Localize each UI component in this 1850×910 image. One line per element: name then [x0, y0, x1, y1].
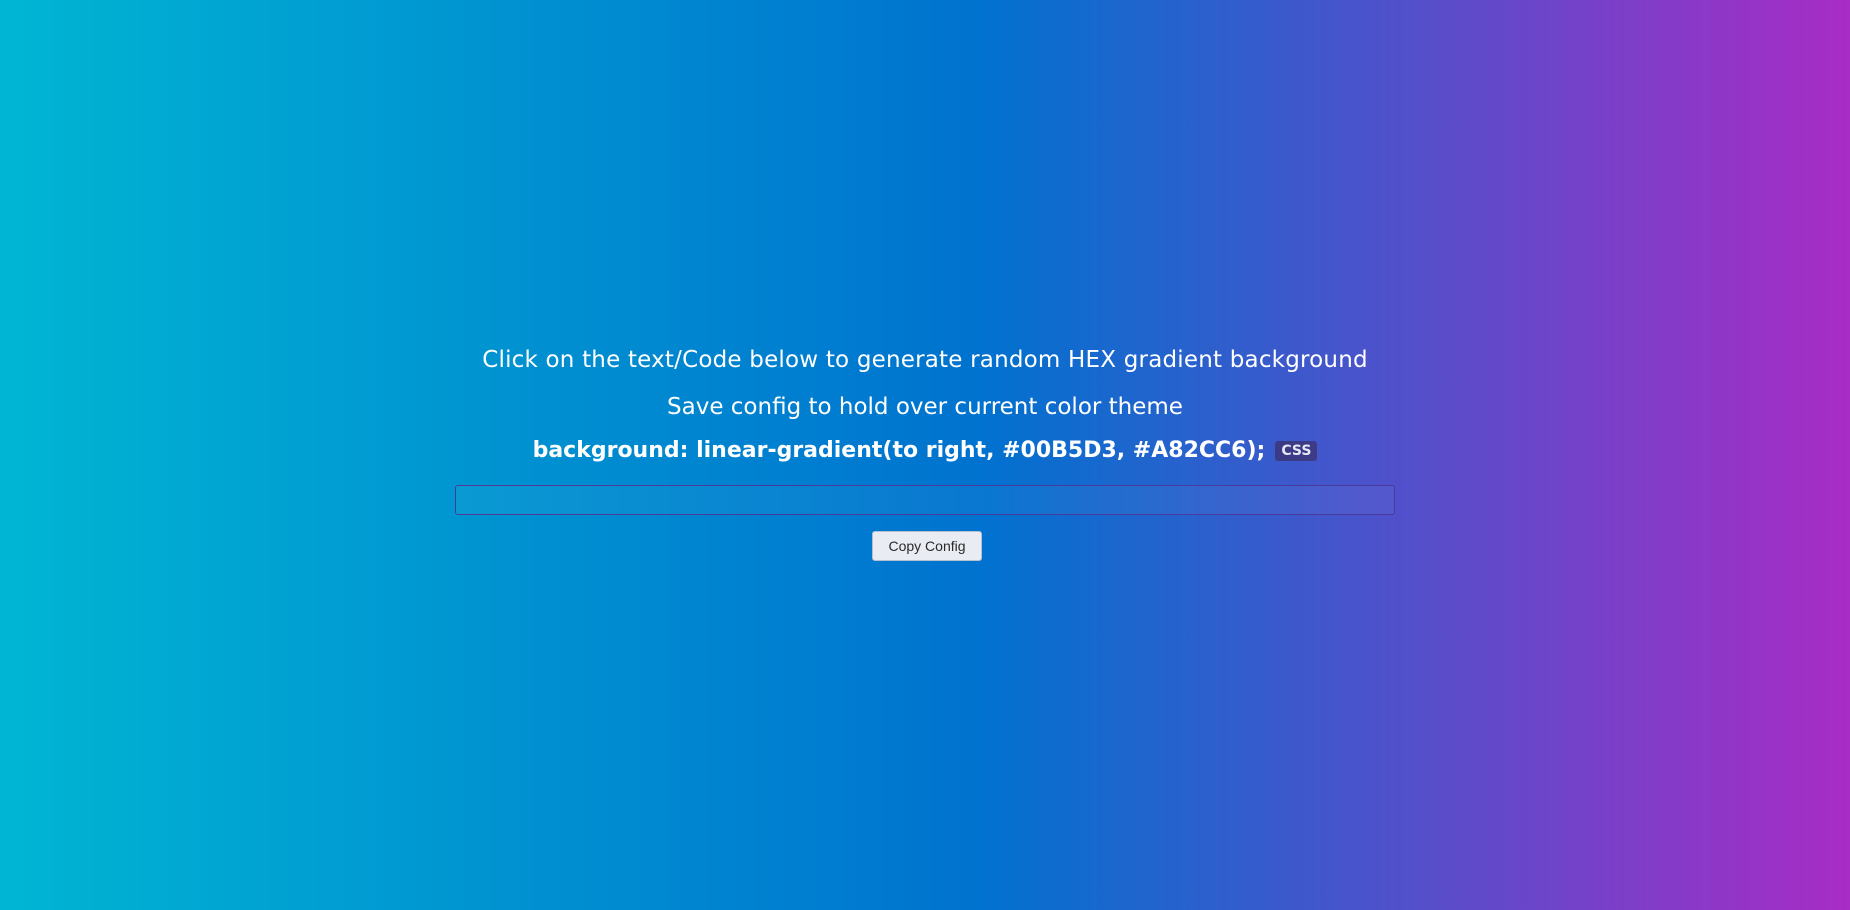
css-code-line[interactable]: background: linear-gradient(to right, #0…	[0, 438, 1850, 463]
main-content: Click on the text/Code below to generate…	[0, 0, 1850, 910]
css-tag: CSS	[1275, 441, 1318, 461]
instruction-text[interactable]: Click on the text/Code below to generate…	[0, 347, 1850, 373]
config-input[interactable]	[455, 485, 1395, 515]
css-code-text[interactable]: background: linear-gradient(to right, #0…	[533, 438, 1266, 463]
copy-config-button[interactable]: Copy Config	[872, 531, 982, 561]
helper-text: Save config to hold over current color t…	[667, 394, 1183, 420]
